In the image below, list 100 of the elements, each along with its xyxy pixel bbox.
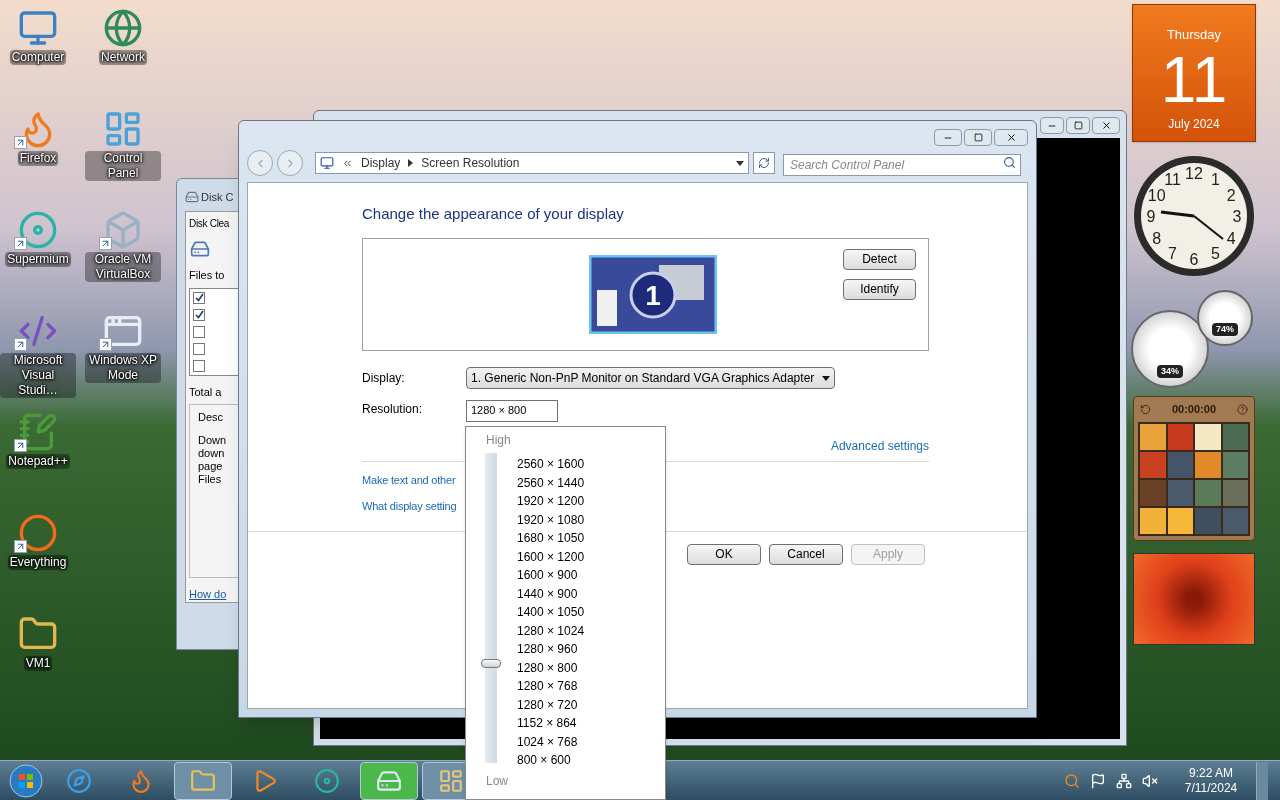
resolution-option[interactable]: 800 × 600 xyxy=(517,751,585,770)
clock-numeral: 8 xyxy=(1152,229,1162,247)
resolution-option[interactable]: 1152 × 864 xyxy=(517,714,585,733)
close-icon xyxy=(1005,132,1017,143)
dialog-button[interactable]: Cancel xyxy=(769,543,843,565)
triangle-down-icon xyxy=(822,375,831,381)
gauge-reading: 34% xyxy=(1157,364,1183,378)
dropdown-value: 1. Generic Non-PnP Monitor on Standard VGA Graphics Adapter xyxy=(471,370,815,387)
forward-button[interactable] xyxy=(277,150,303,176)
clock-numeral: 6 xyxy=(1189,251,1199,268)
resolution-dropdown[interactable]: 1280 × 800 xyxy=(466,399,558,422)
dialog-button[interactable]: OK xyxy=(687,543,761,565)
compass-icon xyxy=(66,767,92,794)
maximize-button[interactable] xyxy=(964,129,992,146)
clock-numeral: 1 xyxy=(1211,170,1220,188)
resolution-option[interactable]: 1920 × 1200 xyxy=(517,492,585,511)
resolution-option[interactable]: 1280 × 1024 xyxy=(517,621,585,640)
clock-numeral: 11 xyxy=(1164,170,1181,188)
drive-icon xyxy=(189,239,211,260)
slider-high-label: High xyxy=(486,432,511,449)
picture-puzzle-tiles[interactable] xyxy=(1138,421,1250,536)
address-bar[interactable]: Display Screen Resolution xyxy=(315,152,749,174)
resolution-option[interactable]: 1280 × 960 xyxy=(517,640,585,659)
back-button[interactable] xyxy=(247,150,273,176)
calendar-weekday: Thursday xyxy=(1166,26,1222,44)
breadcrumb-item[interactable]: Display xyxy=(361,154,401,172)
maximize-icon xyxy=(973,133,983,142)
disc-icon[interactable] xyxy=(18,210,58,250)
monitor-drawing[interactable]: 1 xyxy=(589,254,717,334)
search-icon[interactable] xyxy=(1003,156,1016,169)
close-button[interactable] xyxy=(1092,117,1120,134)
muted-speaker-icon[interactable] xyxy=(1142,772,1158,789)
resolution-option[interactable]: 1600 × 1200 xyxy=(517,547,585,566)
description-text: page xyxy=(198,459,224,473)
shortcut-arrow-icon xyxy=(14,237,27,250)
box-icon[interactable] xyxy=(103,210,143,250)
tab-label[interactable]: Disk Clea xyxy=(189,216,230,231)
files-label: Files to xyxy=(189,268,226,284)
file-checkbox[interactable] xyxy=(193,359,205,372)
clock-time: 9:22 AM xyxy=(1189,765,1233,781)
resolution-slider-track[interactable] xyxy=(480,453,502,763)
description-text: Files xyxy=(198,472,223,486)
triangle-down-icon[interactable] xyxy=(736,160,744,166)
ring-icon[interactable] xyxy=(18,513,58,553)
dashboard-icon xyxy=(438,767,464,794)
total-label: Total a xyxy=(189,384,223,400)
search-icon[interactable] xyxy=(1064,772,1080,789)
resolution-option[interactable]: 1280 × 800 xyxy=(517,658,585,677)
help-link[interactable]: How do xyxy=(189,585,227,602)
file-checkbox[interactable] xyxy=(193,308,205,321)
monitor-icon xyxy=(320,156,334,170)
taskbar-button[interactable] xyxy=(174,761,232,800)
minimize-button[interactable] xyxy=(1040,117,1064,134)
rewind-icon[interactable] xyxy=(1140,403,1151,415)
resolution-option[interactable]: 1440 × 900 xyxy=(517,584,585,603)
resolution-option[interactable]: 1280 × 768 xyxy=(517,677,585,696)
display-dropdown[interactable]: 1. Generic Non-PnP Monitor on Standard VGA Graphics Adapter xyxy=(466,367,836,389)
help-icon[interactable] xyxy=(1237,403,1248,415)
resolution-option[interactable]: 2560 × 1600 xyxy=(517,455,585,474)
clock-numeral: 5 xyxy=(1211,245,1220,263)
maximize-button[interactable] xyxy=(1066,117,1090,134)
search-field[interactable]: Search Control Panel xyxy=(783,154,1021,176)
file-checkbox[interactable] xyxy=(193,325,205,338)
help-link[interactable]: What display setting xyxy=(362,498,457,515)
page-heading: Change the appearance of your display xyxy=(362,204,625,224)
clock-numeral: 12 xyxy=(1185,165,1203,182)
resolution-option[interactable]: 1400 × 1050 xyxy=(517,603,585,622)
help-link[interactable]: Make text and other xyxy=(362,471,456,488)
file-checkbox[interactable] xyxy=(193,291,205,304)
resolution-option[interactable]: 1600 × 900 xyxy=(517,566,585,585)
preview-button[interactable]: Detect xyxy=(843,248,916,270)
description-text: Down xyxy=(198,433,228,447)
flag-icon[interactable] xyxy=(1090,772,1106,789)
resolution-option[interactable]: 1280 × 720 xyxy=(517,695,585,714)
resolution-option[interactable]: 1680 × 1050 xyxy=(517,529,585,548)
advanced-settings-link[interactable]: Advanced settings xyxy=(830,436,929,455)
slider-thumb[interactable] xyxy=(481,659,501,668)
breadcrumb-item[interactable]: Screen Resolution xyxy=(421,154,520,172)
minimize-button[interactable] xyxy=(934,129,962,146)
icon-label[interactable]: Oracle VM VirtualBox xyxy=(85,252,161,282)
resolution-option[interactable]: 1920 × 1080 xyxy=(517,510,585,529)
close-button[interactable] xyxy=(994,129,1028,146)
taskbar-clock[interactable]: 9:22 AM 7/11/2024 xyxy=(1176,765,1246,796)
icon-label[interactable]: Microsoft Visual Studi… xyxy=(0,353,76,398)
notebook-icon[interactable] xyxy=(18,412,58,452)
show-desktop-button[interactable] xyxy=(1256,761,1268,800)
resolution-option[interactable]: 2560 × 1440 xyxy=(517,473,585,492)
file-checkbox[interactable] xyxy=(193,342,205,355)
close-icon xyxy=(1100,120,1112,131)
taskbar-button[interactable] xyxy=(360,761,418,800)
monitor-icon[interactable] xyxy=(18,8,58,48)
globe-icon[interactable] xyxy=(103,8,143,48)
refresh-button[interactable] xyxy=(753,152,775,174)
resolution-option[interactable]: 1024 × 768 xyxy=(517,732,585,751)
preview-button[interactable]: Identify xyxy=(843,278,916,300)
clock-numeral: 10 xyxy=(1147,186,1166,204)
drive-icon xyxy=(185,190,199,204)
triangle-right-icon[interactable] xyxy=(408,159,414,167)
dashboard-icon[interactable] xyxy=(103,109,143,149)
network-icon[interactable] xyxy=(1116,772,1132,789)
